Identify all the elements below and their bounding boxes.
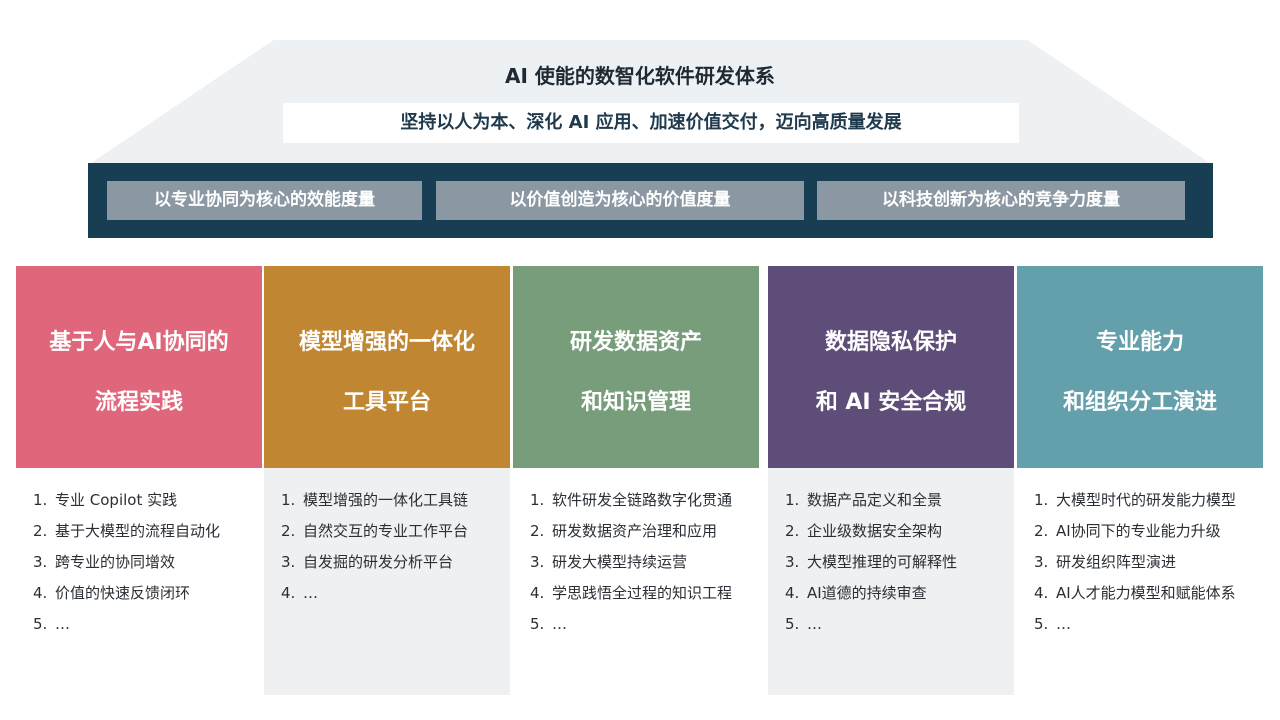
item-list: 1. 软件研发全链路数字化贯通 2. 研发数据资产治理和应用 3. 研发大模型持续运营…	[530, 490, 732, 645]
list-item: 5.…	[785, 615, 822, 633]
pillar-title-line2: 和 AI 安全合规	[815, 390, 967, 415]
diagram-title: AI 使能的数智化软件研发体系	[505, 64, 775, 88]
list-item: 4. 价值的快速反馈闭环	[33, 584, 191, 602]
item-list: 1. 数据产品定义和全景 2. 企业级数据安全架构 3. 大模型推理的可解释性 4. A…	[785, 490, 957, 645]
list-item: 5.…	[530, 615, 567, 633]
pillar-title-line2: 和知识管理	[580, 390, 691, 415]
pillar-title-line1: 数据隐私保护	[824, 330, 957, 355]
list-item: 1. 数据产品定义和全景	[785, 491, 943, 509]
list-item: 2. 研发数据资产治理和应用	[530, 522, 718, 540]
item-list: 1. 大模型时代的研发能力模型 2. AI协同下的专业能力升级 3. 研发组织阵型演进…	[1034, 490, 1236, 645]
panel-privacy-security: 1. 数据产品定义和全景 2. 企业级数据安全架构 3. 大模型推理的可解释性 4. A…	[768, 468, 1014, 695]
list-item: 3. 大模型推理的可解释性	[785, 553, 958, 571]
list-item: 1. 模型增强的一体化工具链	[281, 491, 469, 509]
list-item: 3. 自发掘的研发分析平台	[281, 553, 454, 571]
pillar-title-line2: 流程实践	[94, 390, 183, 415]
list-item: 2. 基于大模型的流程自动化	[33, 522, 221, 540]
list-item: 4. AI道德的持续审查	[785, 584, 927, 602]
pillar-privacy-security: 数据隐私保护 和 AI 安全合规	[768, 266, 1014, 468]
pillar-title-line2: 和组织分工演进	[1062, 390, 1217, 415]
list-item: 4.…	[281, 584, 318, 602]
list-item: 1. 软件研发全链路数字化贯通	[530, 491, 733, 509]
item-list: 1. 模型增强的一体化工具链 2. 自然交互的专业工作平台 3. 自发掘的研发分析平台…	[281, 490, 468, 614]
list-item: 1. 大模型时代的研发能力模型	[1034, 491, 1237, 509]
panel-tool-platform: 1. 模型增强的一体化工具链 2. 自然交互的专业工作平台 3. 自发掘的研发分析平台…	[264, 468, 510, 695]
list-item: 5.…	[1034, 615, 1071, 633]
list-item: 5.…	[33, 615, 70, 633]
metric-competitiveness: 以科技创新为核心的竞争力度量	[817, 181, 1185, 220]
list-item: 1. 专业 Copilot 实践	[33, 491, 178, 509]
metric-value: 以价值创造为核心的价值度量	[436, 181, 804, 220]
panel-process-practice: 1. 专业 Copilot 实践 2. 基于大模型的流程自动化 3. 跨专业的协同增效…	[16, 468, 262, 695]
pillar-org-capability: 专业能力 和组织分工演进	[1017, 266, 1263, 468]
list-item: 2. 企业级数据安全架构	[785, 522, 943, 540]
item-list: 1. 专业 Copilot 实践 2. 基于大模型的流程自动化 3. 跨专业的协同增效…	[33, 490, 220, 645]
diagram-subtitle: 坚持以人为本、深化 AI 应用、加速价值交付，迈向高质量发展	[283, 103, 1019, 143]
list-item: 3. 跨专业的协同增效	[33, 553, 176, 571]
pillar-process-practice: 基于人与AI协同的 流程实践	[16, 266, 262, 468]
pillar-data-knowledge: 研发数据资产 和知识管理	[513, 266, 759, 468]
pillar-title-line1: 模型增强的一体化	[298, 330, 475, 355]
panel-data-knowledge: 1. 软件研发全链路数字化贯通 2. 研发数据资产治理和应用 3. 研发大模型持续运营…	[513, 468, 759, 695]
list-item: 4. 学思践悟全过程的知识工程	[530, 584, 733, 602]
pillar-title-line1: 专业能力	[1095, 330, 1184, 355]
list-item: 2. 自然交互的专业工作平台	[281, 522, 469, 540]
pillar-title-line1: 基于人与AI协同的	[49, 330, 229, 355]
list-item: 3. 研发组织阵型演进	[1034, 553, 1177, 571]
pillar-title-line1: 研发数据资产	[569, 330, 702, 355]
pillar-tool-platform: 模型增强的一体化 工具平台	[264, 266, 510, 468]
list-item: 2. AI协同下的专业能力升级	[1034, 522, 1221, 540]
metric-efficiency: 以专业协同为核心的效能度量	[107, 181, 422, 220]
list-item: 3. 研发大模型持续运营	[530, 553, 688, 571]
pillar-title-line2: 工具平台	[342, 390, 431, 415]
panel-org-capability: 1. 大模型时代的研发能力模型 2. AI协同下的专业能力升级 3. 研发组织阵型演进…	[1017, 468, 1263, 695]
list-item: 4. AI人才能力模型和赋能体系	[1034, 584, 1236, 602]
